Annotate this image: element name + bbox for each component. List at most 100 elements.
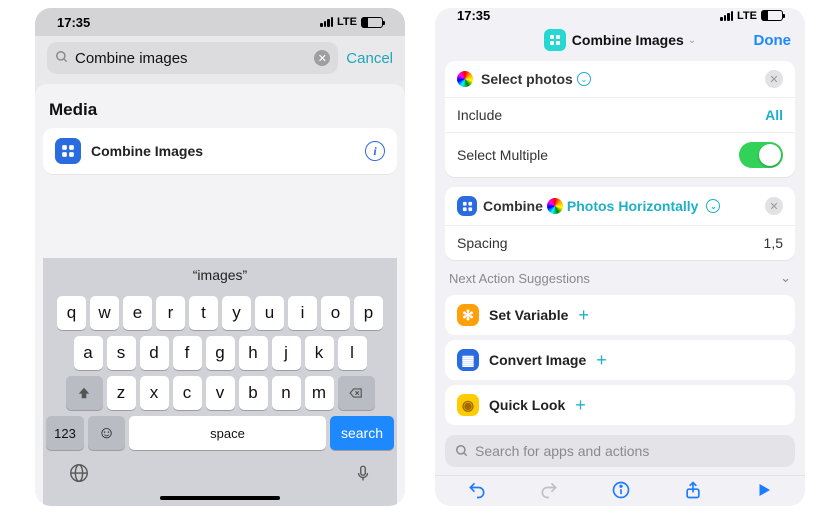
key-row-1: q w e r t y u i o p [46,296,394,330]
key-e[interactable]: e [123,296,152,330]
key-g[interactable]: g [206,336,235,370]
action-head-row[interactable]: Select photos ⌄ ✕ [445,61,795,97]
eye-icon: ◉ [457,394,479,416]
key-f[interactable]: f [173,336,202,370]
key-row-2: a s d f g h j k l [46,336,394,370]
expand-icon[interactable]: ⌄ [706,199,720,213]
suggestion-label: Set Variable [489,307,568,323]
suggestion-convert-image[interactable]: ▦ Convert Image + [445,340,795,380]
expand-icon[interactable]: ⌄ [577,72,591,86]
select-multiple-row: Select Multiple [445,132,795,177]
spacing-value[interactable]: 1,5 [764,235,783,251]
done-button[interactable]: Done [754,32,792,49]
key-w[interactable]: w [90,296,119,330]
section-header-media: Media [43,94,397,128]
key-k[interactable]: k [305,336,334,370]
key-n[interactable]: n [272,376,301,410]
add-icon[interactable]: + [575,395,586,416]
suggestion-label: Quick Look [489,397,565,413]
globe-icon[interactable] [68,462,90,490]
mic-icon[interactable] [354,462,372,490]
action-title: Select photos [481,71,573,87]
network-label: LTE [737,10,757,22]
keyboard-suggestion-bar[interactable]: “images” [43,258,397,292]
phone-right-editor: 17:35 LTE Combine Images ⌄ Done Select p… [435,8,805,506]
add-icon[interactable]: + [596,350,607,371]
share-icon[interactable] [683,480,703,505]
action-select-photos: Select photos ⌄ ✕ Include All Select Mul… [445,61,795,177]
key-a[interactable]: a [74,336,103,370]
remove-action-icon[interactable]: ✕ [765,70,783,88]
search-key[interactable]: search [330,416,394,450]
key-b[interactable]: b [239,376,268,410]
results-panel: Media Combine Images i “images” q w e r … [35,84,405,506]
home-indicator[interactable] [160,496,280,500]
search-box[interactable]: ✕ [47,42,338,74]
key-d[interactable]: d [140,336,169,370]
add-icon[interactable]: + [578,305,589,326]
status-bar: 17:35 LTE [435,8,805,23]
grid-icon [55,138,81,164]
key-v[interactable]: v [206,376,235,410]
direction-param[interactable]: Horizontally [618,198,698,214]
battery-icon [361,17,383,28]
actions-stack: Select photos ⌄ ✕ Include All Select Mul… [435,61,805,260]
key-p[interactable]: p [354,296,383,330]
redo-icon [539,480,559,505]
play-icon[interactable] [755,481,773,504]
key-t[interactable]: t [189,296,218,330]
undo-icon[interactable] [467,480,487,505]
suggestion-text[interactable]: “images” [193,267,247,283]
action-head-row[interactable]: Combine Photos Horizontally ⌄ ✕ [445,187,795,225]
key-i[interactable]: i [288,296,317,330]
key-l[interactable]: l [338,336,367,370]
search-icon [455,444,469,458]
key-h[interactable]: h [239,336,268,370]
photos-app-icon [457,71,473,87]
suggestions-header[interactable]: Next Action Suggestions ⌄ [435,260,805,290]
include-row[interactable]: Include All [445,97,795,132]
shortcut-title[interactable]: Combine Images [572,32,684,48]
result-combine-images[interactable]: Combine Images i [43,128,397,174]
status-time: 17:35 [57,15,90,30]
numbers-key[interactable]: 123 [46,416,84,450]
chevron-down-icon[interactable]: ⌄ [688,35,696,46]
cancel-button[interactable]: Cancel [346,50,393,67]
photos-var[interactable]: Photos [567,198,614,214]
key-o[interactable]: o [321,296,350,330]
info-icon[interactable] [611,480,631,505]
key-j[interactable]: j [272,336,301,370]
signal-icon [720,11,733,21]
key-y[interactable]: y [222,296,251,330]
key-z[interactable]: z [107,376,136,410]
key-row-4: 123 ☺ space search [46,416,394,450]
shift-key[interactable] [66,376,103,410]
space-key[interactable]: space [129,416,326,450]
key-u[interactable]: u [255,296,284,330]
key-s[interactable]: s [107,336,136,370]
actions-search[interactable]: Search for apps and actions [445,435,795,467]
key-c[interactable]: c [173,376,202,410]
key-r[interactable]: r [156,296,185,330]
backspace-key[interactable] [338,376,375,410]
action-combine-images: Combine Photos Horizontally ⌄ ✕ Spacing … [445,187,795,260]
shortcut-icon[interactable] [544,29,566,51]
suggestion-set-variable[interactable]: ✻ Set Variable + [445,295,795,335]
photos-app-icon [547,198,563,214]
include-value[interactable]: All [765,107,783,123]
key-m[interactable]: m [305,376,334,410]
search-input[interactable] [75,50,308,67]
key-x[interactable]: x [140,376,169,410]
remove-action-icon[interactable]: ✕ [765,197,783,215]
variable-icon: ✻ [457,304,479,326]
suggestion-quick-look[interactable]: ◉ Quick Look + [445,385,795,425]
combine-word: Combine [483,198,543,214]
chevron-down-icon[interactable]: ⌄ [780,270,791,286]
clear-icon[interactable]: ✕ [314,50,330,66]
spacing-row[interactable]: Spacing 1,5 [445,225,795,260]
info-icon[interactable]: i [365,141,385,161]
key-q[interactable]: q [57,296,86,330]
emoji-key[interactable]: ☺ [88,416,125,450]
grid-icon [457,196,477,216]
select-multiple-toggle[interactable] [739,142,783,168]
